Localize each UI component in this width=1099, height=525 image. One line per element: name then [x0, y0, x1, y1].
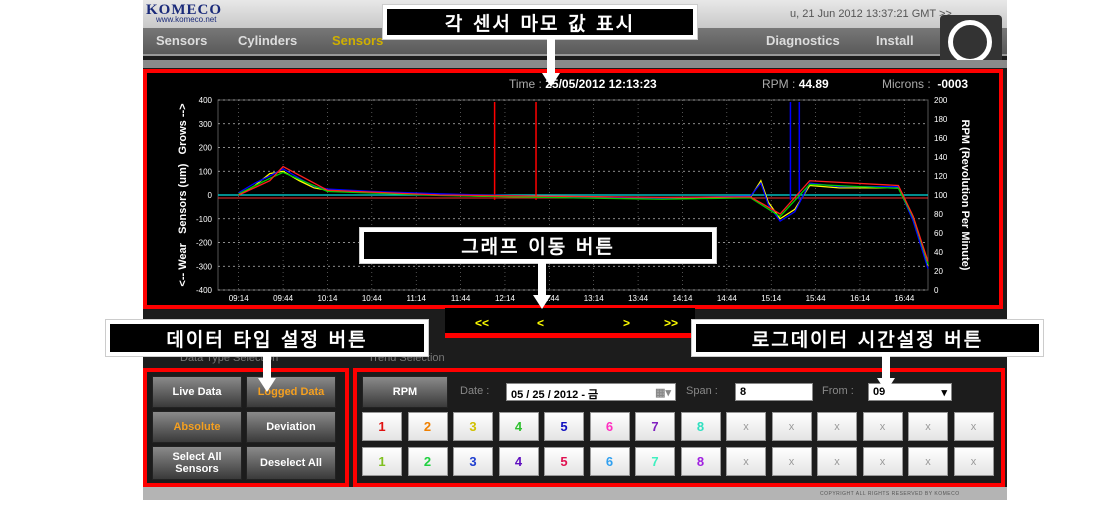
y2-tick-label: 40: [934, 248, 943, 257]
y-tick-label: -300: [196, 262, 213, 271]
y2-tick-label: 120: [934, 172, 948, 181]
next-button[interactable]: >: [623, 316, 630, 330]
x-tick-label: 15:44: [806, 294, 827, 303]
arrow-down-icon: [542, 73, 560, 87]
empty-sensor-slot[interactable]: x: [908, 447, 948, 476]
y2-axis-label: RPM (Revolution Per Minute): [959, 120, 971, 271]
x-tick-label: 09:44: [273, 294, 294, 303]
sensor-toggle-2-6[interactable]: 6: [589, 447, 630, 476]
callout-graph-nav: 그래프 이동 버튼: [359, 227, 717, 264]
arrow-down-icon: [533, 295, 551, 309]
copyright: COPYRIGHT ALL RIGHTS RESERVED BY KOMECO: [820, 491, 960, 497]
y2-tick-label: 20: [934, 267, 943, 276]
prev-button[interactable]: <: [537, 316, 544, 330]
y2-tick-label: 0: [934, 286, 939, 295]
date-picker[interactable]: 05 / 25 / 2012 - 금 ▦▾: [506, 383, 676, 401]
sensor-toggle-2-7[interactable]: 7: [635, 447, 675, 476]
empty-sensor-slot[interactable]: x: [953, 447, 994, 476]
y-tick-label: 0: [208, 191, 213, 200]
sensor-toggle-1-5[interactable]: 5: [544, 412, 584, 441]
date-label: Date :: [460, 385, 490, 397]
y-axis-label: <-- Wear Sensors (um) Grows -->: [177, 103, 189, 286]
y-tick-label: -200: [196, 239, 213, 248]
y-tick-label: -100: [196, 215, 213, 224]
first-button[interactable]: <<: [475, 316, 489, 330]
y2-tick-label: 60: [934, 229, 943, 238]
x-tick-label: 10:14: [317, 294, 338, 303]
sensor-toggle-1-2[interactable]: 2: [407, 412, 448, 441]
y2-tick-label: 140: [934, 153, 948, 162]
x-tick-label: 13:14: [584, 294, 605, 303]
deselect-all-button[interactable]: Deselect All: [246, 446, 336, 480]
last-button[interactable]: >>: [664, 316, 678, 330]
callout-arrow: [882, 356, 890, 378]
callout-data-type: 데이터 타입 설정 버튼: [105, 319, 429, 357]
arrow-down-icon: [258, 378, 276, 392]
span-label: Span :: [686, 385, 718, 397]
sensor-toggle-2-4[interactable]: 4: [498, 447, 539, 476]
empty-sensor-slot[interactable]: x: [771, 447, 812, 476]
y-tick-label: 100: [199, 167, 213, 176]
callout-arrow: [547, 39, 555, 73]
empty-sensor-slot[interactable]: x: [862, 412, 903, 441]
live-data-button[interactable]: Live Data: [152, 376, 242, 408]
empty-sensor-slot[interactable]: x: [771, 412, 812, 441]
sensor-toggle-2-8[interactable]: 8: [680, 447, 721, 476]
callout-arrow: [538, 263, 546, 295]
empty-sensor-slot[interactable]: x: [817, 447, 857, 476]
y2-tick-label: 180: [934, 115, 948, 124]
x-tick-label: 10:44: [362, 294, 383, 303]
deviation-button[interactable]: Deviation: [246, 411, 336, 443]
x-tick-label: 11:44: [451, 294, 471, 303]
y2-tick-label: 160: [934, 134, 948, 143]
y-tick-label: -400: [196, 286, 213, 295]
x-tick-label: 11:14: [406, 294, 426, 303]
x-tick-label: 16:14: [850, 294, 871, 303]
select-all-button[interactable]: Select All Sensors: [152, 446, 242, 480]
absolute-button[interactable]: Absolute: [152, 411, 242, 443]
rpm-button[interactable]: RPM: [362, 376, 448, 408]
sensor-toggle-1-3[interactable]: 3: [453, 412, 493, 441]
x-tick-label: 15:14: [761, 294, 782, 303]
y2-tick-label: 80: [934, 210, 943, 219]
x-tick-label: 14:14: [672, 294, 693, 303]
callout-log-time: 로그데이터 시간설정 버튼: [691, 319, 1044, 357]
y-tick-label: 300: [199, 120, 213, 129]
empty-sensor-slot[interactable]: x: [862, 447, 903, 476]
sensor-toggle-1-4[interactable]: 4: [498, 412, 539, 441]
sensor-toggle-1-8[interactable]: 8: [680, 412, 721, 441]
x-tick-label: 14:44: [717, 294, 738, 303]
x-tick-label: 09:14: [229, 294, 250, 303]
y2-tick-label: 200: [934, 96, 948, 105]
sensor-toggle-2-2[interactable]: 2: [407, 447, 448, 476]
from-label: From :: [822, 385, 854, 397]
empty-sensor-slot[interactable]: x: [726, 412, 766, 441]
span-input[interactable]: 8: [735, 383, 813, 401]
empty-sensor-slot[interactable]: x: [726, 447, 766, 476]
x-tick-label: 16:44: [894, 294, 915, 303]
callout-arrow: [263, 356, 271, 378]
sensor-toggle-1-1[interactable]: 1: [362, 412, 402, 441]
calendar-icon[interactable]: ▦▾: [655, 386, 671, 399]
empty-sensor-slot[interactable]: x: [817, 412, 857, 441]
date-value: 05 / 25 / 2012 - 금: [511, 389, 599, 401]
sensor-toggle-2-5[interactable]: 5: [544, 447, 584, 476]
y-tick-label: 200: [199, 144, 213, 153]
sensor-toggle-2-1[interactable]: 1: [362, 447, 402, 476]
x-tick-label: 13:44: [628, 294, 649, 303]
y2-tick-label: 100: [934, 191, 948, 200]
empty-sensor-slot[interactable]: x: [953, 412, 994, 441]
y-tick-label: 400: [199, 96, 213, 105]
empty-sensor-slot[interactable]: x: [908, 412, 948, 441]
sensor-toggle-2-3[interactable]: 3: [453, 447, 493, 476]
x-tick-label: 12:14: [495, 294, 516, 303]
chevron-down-icon: ▾: [941, 387, 947, 399]
callout-sensor-values: 각 센서 마모 값 표시: [382, 4, 698, 40]
sensor-toggle-1-6[interactable]: 6: [589, 412, 630, 441]
arrow-down-icon: [877, 378, 895, 392]
sensor-toggle-1-7[interactable]: 7: [635, 412, 675, 441]
